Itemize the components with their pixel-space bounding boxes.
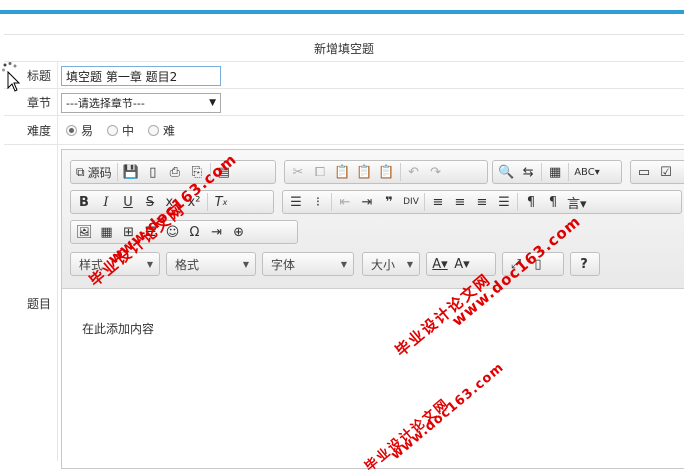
ltr-icon[interactable]: ¶	[520, 192, 542, 212]
align-left-icon[interactable]: ≡	[427, 192, 449, 212]
toolbar-group-forms: ▭ ☑	[630, 160, 684, 184]
chevron-down-icon: ▼	[146, 259, 153, 269]
spellcheck-icon[interactable]: ABC▾	[571, 162, 603, 182]
checkbox-icon[interactable]: ☑	[655, 162, 677, 182]
toolbar-group-editing: 🔍 ⇆ ▦ ABC▾	[492, 160, 622, 184]
difficulty-easy-label: 易	[81, 123, 94, 138]
language-icon[interactable]: 言▾	[564, 192, 590, 212]
paste-word-icon[interactable]: 📋	[375, 162, 397, 182]
source-button[interactable]: ⧉ 源码	[73, 162, 115, 182]
cut-icon[interactable]: ✂	[287, 162, 309, 182]
toolbar-group-document: ⧉ 源码 💾 ▯ ⎙ ⎘ ▤	[70, 160, 276, 184]
editor-content[interactable]: 在此添加内容	[82, 320, 154, 337]
save-icon[interactable]: 💾	[120, 162, 142, 182]
form-title: 新增填空题	[4, 35, 684, 62]
toolbar-separator	[331, 193, 332, 211]
chevron-down-icon: ▼	[406, 259, 413, 269]
radio-unchecked-icon[interactable]	[148, 124, 160, 136]
toolbar-group-insert: 🖼 ▦ ⊞ ☰ ☺ Ω ⇥ ⊕	[70, 220, 298, 244]
toolbar-separator	[399, 163, 401, 181]
font-combo[interactable]: 字体 ▼	[262, 252, 354, 276]
chevron-down-icon: ▼	[340, 259, 347, 269]
difficulty-row: 难度 易 中 难	[4, 116, 684, 145]
underline-icon[interactable]: U	[117, 192, 139, 212]
difficulty-hard-radio[interactable]: 难	[148, 122, 175, 139]
replace-icon[interactable]: ⇆	[517, 162, 539, 182]
radio-checked-icon[interactable]	[66, 124, 77, 136]
chapter-select-value: ---请选择章节---	[66, 97, 145, 110]
difficulty-easy-radio[interactable]: 易	[66, 122, 93, 139]
chapter-select[interactable]: ---请选择章节--- ▼	[61, 93, 221, 113]
rtl-icon[interactable]: ¶	[542, 192, 564, 212]
page-break-icon[interactable]: ⇥	[206, 222, 228, 242]
top-bar	[0, 0, 684, 14]
question-row: 题目 ⧉ 源码 💾 ▯ ⎙ ⎘ ▤ ✂ ⧠ 📋 📋 📋 ↶ ↷ 🔍 ⇆ ▦ AB…	[4, 145, 684, 469]
paste-text-icon[interactable]: 📋	[353, 162, 375, 182]
size-combo-label: 大小	[371, 257, 396, 272]
source-icon: ⧉	[76, 164, 85, 179]
difficulty-hard-label: 难	[163, 123, 176, 138]
text-color-icon[interactable]: A▾	[429, 254, 451, 274]
align-right-icon[interactable]: ≡	[471, 192, 493, 212]
question-label: 题目	[4, 145, 58, 461]
mouse-cursor-icon	[2, 62, 20, 92]
toolbar-group-about: ?	[570, 252, 600, 276]
help-icon[interactable]: ?	[573, 254, 595, 274]
bg-color-icon[interactable]: A▾	[451, 254, 473, 274]
bold-icon[interactable]: B	[73, 192, 95, 212]
justify-icon[interactable]: ☰	[493, 192, 515, 212]
preview-icon[interactable]: ⎙	[164, 162, 186, 182]
top-accent-line	[0, 10, 684, 14]
italic-icon[interactable]: I	[95, 192, 117, 212]
numbered-list-icon[interactable]: ☰	[285, 192, 307, 212]
image-icon[interactable]: 🖼	[73, 222, 96, 242]
toolbar-separator	[207, 193, 208, 211]
form-icon[interactable]: ▭	[633, 162, 655, 182]
title-input[interactable]	[61, 66, 221, 86]
undo-icon[interactable]: ↶	[403, 162, 425, 182]
title-row: 标题	[4, 62, 684, 89]
toolbar-group-paragraph: ☰ ⁝ ⇤ ⇥ ❞ DIV ≡ ≡ ≡ ☰ ¶ ¶ 言▾	[282, 190, 682, 214]
toolbar-separator	[517, 193, 518, 211]
new-page-icon[interactable]: ▯	[142, 162, 164, 182]
toolbar-separator	[568, 163, 570, 181]
add-fill-blank-form: 新增填空题 标题 章节 ---请选择章节--- ▼ 难度 易 中 难	[4, 34, 684, 469]
align-center-icon[interactable]: ≡	[449, 192, 471, 212]
chevron-down-icon: ▼	[242, 259, 249, 269]
toolbar-group-clipboard: ✂ ⧠ 📋 📋 📋 ↶ ↷	[284, 160, 488, 184]
find-icon[interactable]: 🔍	[495, 162, 517, 182]
toolbar-separator	[424, 193, 425, 211]
dropdown-arrow-icon: ▼	[209, 98, 216, 108]
blockquote-icon[interactable]: ❞	[378, 192, 400, 212]
font-combo-label: 字体	[271, 257, 296, 272]
source-label: 源码	[87, 165, 112, 180]
rich-text-editor: ⧉ 源码 💾 ▯ ⎙ ⎘ ▤ ✂ ⧠ 📋 📋 📋 ↶ ↷ 🔍 ⇆ ▦ ABC▾ …	[61, 149, 684, 469]
toolbar-separator	[541, 163, 543, 181]
difficulty-label: 难度	[4, 116, 58, 144]
format-combo-label: 格式	[175, 257, 200, 272]
iframe-icon[interactable]: ⊕	[228, 222, 250, 242]
remove-format-icon[interactable]: Tx	[210, 192, 232, 212]
chapter-label: 章节	[4, 89, 58, 115]
select-all-icon[interactable]: ▦	[544, 162, 566, 182]
div-container-icon[interactable]: DIV	[400, 192, 422, 212]
format-combo[interactable]: 格式 ▼	[166, 252, 256, 276]
toolbar-separator	[116, 163, 118, 181]
difficulty-radio-group: 易 中 难	[66, 116, 175, 144]
flash-icon[interactable]: ▦	[96, 222, 118, 242]
special-char-icon[interactable]: Ω	[184, 222, 206, 242]
radio-unchecked-icon[interactable]	[107, 124, 119, 136]
bulleted-list-icon[interactable]: ⁝	[307, 192, 329, 212]
paste-icon[interactable]: 📋	[331, 162, 353, 182]
difficulty-medium-radio[interactable]: 中	[107, 122, 134, 139]
size-combo[interactable]: 大小 ▼	[362, 252, 420, 276]
redo-icon[interactable]: ↷	[425, 162, 447, 182]
chapter-row: 章节 ---请选择章节--- ▼	[4, 89, 684, 116]
outdent-icon[interactable]: ⇤	[334, 192, 356, 212]
copy-icon[interactable]: ⧠	[309, 162, 331, 182]
indent-icon[interactable]: ⇥	[356, 192, 378, 212]
difficulty-medium-label: 中	[122, 123, 135, 138]
